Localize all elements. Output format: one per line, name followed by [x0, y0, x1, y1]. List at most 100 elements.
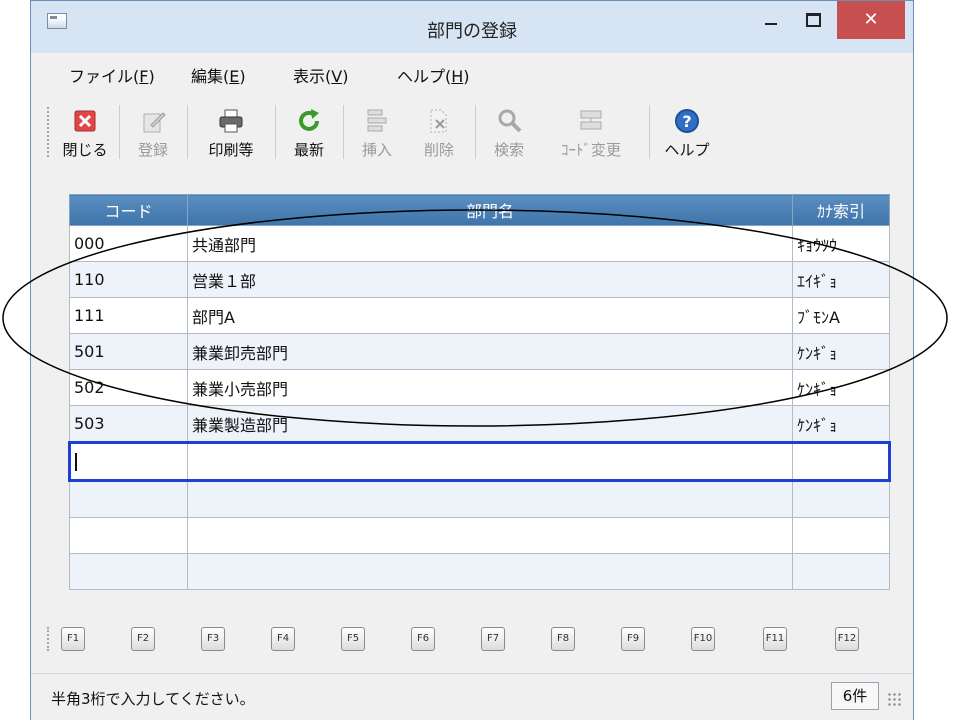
- resize-grip[interactable]: [887, 692, 903, 708]
- help-button-label: ヘルプ: [664, 141, 710, 159]
- menu-view-label: 表示(: [293, 67, 332, 86]
- cell-kana-index[interactable]: [792, 480, 890, 518]
- table-row[interactable]: 502 兼業小売部門 ｹﾝｷﾞｮ: [69, 369, 890, 406]
- function-key-f12[interactable]: F12: [835, 627, 859, 651]
- cell-kana-index[interactable]: ｴｲｷﾞｮ: [792, 261, 890, 298]
- grid-header-row: コード 部門名 ｶﾅ索引: [69, 194, 890, 226]
- title-bar[interactable]: 部門の登録 ✕: [31, 1, 913, 53]
- help-question-icon: ?: [673, 107, 701, 135]
- menu-help-accelerator: H: [451, 67, 464, 86]
- delete-button-label: 削除: [423, 141, 454, 159]
- menu-help[interactable]: ヘルプ(H): [397, 63, 470, 87]
- function-key-f10[interactable]: F10: [691, 627, 715, 651]
- empty-row[interactable]: [69, 517, 890, 554]
- cell-code[interactable]: [69, 480, 188, 518]
- cell-code[interactable]: 503: [69, 405, 188, 443]
- insert-button[interactable]: 挿入: [349, 101, 405, 161]
- function-key-f3[interactable]: F3: [201, 627, 225, 651]
- cell-department-name[interactable]: [187, 517, 793, 554]
- function-key-f6[interactable]: F6: [411, 627, 435, 651]
- cell-department-name[interactable]: 兼業卸売部門: [187, 333, 793, 370]
- print-button-label: 印刷等: [208, 141, 254, 159]
- close-button[interactable]: 閉じる: [57, 101, 113, 161]
- cell-department-name[interactable]: 部門A: [187, 297, 793, 334]
- cell-department-name[interactable]: [187, 441, 793, 482]
- record-count: 6件: [831, 682, 879, 710]
- function-key-f2[interactable]: F2: [131, 627, 155, 651]
- close-red-x-icon: [71, 107, 99, 135]
- empty-row[interactable]: [69, 553, 890, 590]
- column-header-department-name[interactable]: 部門名: [187, 194, 793, 226]
- code-change-button[interactable]: ｺｰﾄﾞ変更: [545, 101, 637, 161]
- cell-kana-index[interactable]: ﾌﾞﾓﾝA: [792, 297, 890, 334]
- cell-department-name[interactable]: [187, 480, 793, 518]
- active-input-row[interactable]: [68, 441, 891, 482]
- register-button[interactable]: 登録: [125, 101, 181, 161]
- column-header-code[interactable]: コード: [69, 194, 188, 226]
- minimize-button[interactable]: [759, 9, 783, 33]
- menu-file[interactable]: ファイル(F): [69, 63, 155, 87]
- cell-code-input[interactable]: [68, 441, 188, 482]
- maximize-button[interactable]: [801, 9, 825, 33]
- function-key-f7[interactable]: F7: [481, 627, 505, 651]
- help-button[interactable]: ? ヘルプ: [657, 101, 717, 161]
- function-key-f9[interactable]: F9: [621, 627, 645, 651]
- cell-kana-index[interactable]: ｹﾝｷﾞｮ: [792, 405, 890, 443]
- svg-text:?: ?: [682, 112, 691, 131]
- menu-edit[interactable]: 編集(E): [191, 63, 246, 87]
- code-change-button-label: ｺｰﾄﾞ変更: [560, 141, 621, 159]
- cell-code[interactable]: 502: [69, 369, 188, 406]
- cell-code[interactable]: 110: [69, 261, 188, 298]
- delete-row-icon: [425, 107, 453, 135]
- department-grid: コード 部門名 ｶﾅ索引 000 共通部門 ｷｮｳﾂｳ 110 営業１部 ｴｲｷ…: [68, 194, 891, 590]
- menu-view-tail: ): [342, 67, 349, 86]
- refresh-button-label: 最新: [293, 141, 324, 159]
- cell-department-name[interactable]: [187, 553, 793, 590]
- table-row[interactable]: 111 部門A ﾌﾞﾓﾝA: [69, 297, 890, 334]
- function-key-f4[interactable]: F4: [271, 627, 295, 651]
- app-window: 部門の登録 ✕ ファイル(F) 編集(E) 表示(V) ヘルプ(H) 閉じる 登…: [30, 0, 914, 720]
- cell-kana-index[interactable]: [792, 517, 890, 554]
- refresh-icon: [295, 107, 323, 135]
- table-row[interactable]: 501 兼業卸売部門 ｹﾝｷﾞｮ: [69, 333, 890, 370]
- cell-department-name[interactable]: 兼業小売部門: [187, 369, 793, 406]
- insert-row-icon: [363, 107, 391, 135]
- cell-code[interactable]: [69, 517, 188, 554]
- cell-code[interactable]: 501: [69, 333, 188, 370]
- menu-view-accelerator: V: [331, 67, 343, 86]
- fkey-bar-grip[interactable]: [47, 627, 51, 651]
- function-key-f11[interactable]: F11: [763, 627, 787, 651]
- cell-department-name[interactable]: 共通部門: [187, 225, 793, 262]
- printer-icon: [217, 107, 245, 135]
- cell-kana-index[interactable]: ｹﾝｷﾞｮ: [792, 333, 890, 370]
- column-header-kana-index[interactable]: ｶﾅ索引: [792, 194, 890, 226]
- function-key-f8[interactable]: F8: [551, 627, 575, 651]
- code-change-icon: [577, 107, 605, 135]
- cell-kana-index[interactable]: ｹﾝｷﾞｮ: [792, 369, 890, 406]
- close-window-button[interactable]: ✕: [837, 1, 905, 39]
- search-magnifier-icon: [495, 107, 523, 135]
- cell-kana-index[interactable]: [792, 441, 891, 482]
- menu-view[interactable]: 表示(V): [293, 63, 348, 87]
- empty-row[interactable]: [69, 480, 890, 518]
- refresh-button[interactable]: 最新: [281, 101, 337, 161]
- print-button[interactable]: 印刷等: [193, 101, 269, 161]
- cell-department-name[interactable]: 営業１部: [187, 261, 793, 298]
- menu-edit-tail: ): [239, 67, 246, 86]
- menu-edit-label: 編集(: [191, 67, 230, 86]
- cell-code[interactable]: 111: [69, 297, 188, 334]
- table-row[interactable]: 110 営業１部 ｴｲｷﾞｮ: [69, 261, 890, 298]
- table-row[interactable]: 503 兼業製造部門 ｹﾝｷﾞｮ: [69, 405, 890, 443]
- function-key-f5[interactable]: F5: [341, 627, 365, 651]
- delete-button[interactable]: 削除: [411, 101, 467, 161]
- search-button[interactable]: 検索: [481, 101, 537, 161]
- function-key-f1[interactable]: F1: [61, 627, 85, 651]
- cell-department-name[interactable]: 兼業製造部門: [187, 405, 793, 443]
- cell-code[interactable]: 000: [69, 225, 188, 262]
- table-row[interactable]: 000 共通部門 ｷｮｳﾂｳ: [69, 225, 890, 262]
- cell-kana-index[interactable]: [792, 553, 890, 590]
- cell-kana-index[interactable]: ｷｮｳﾂｳ: [792, 225, 890, 262]
- register-button-label: 登録: [137, 141, 168, 159]
- cell-code[interactable]: [69, 553, 188, 590]
- register-pencil-icon: [139, 107, 167, 135]
